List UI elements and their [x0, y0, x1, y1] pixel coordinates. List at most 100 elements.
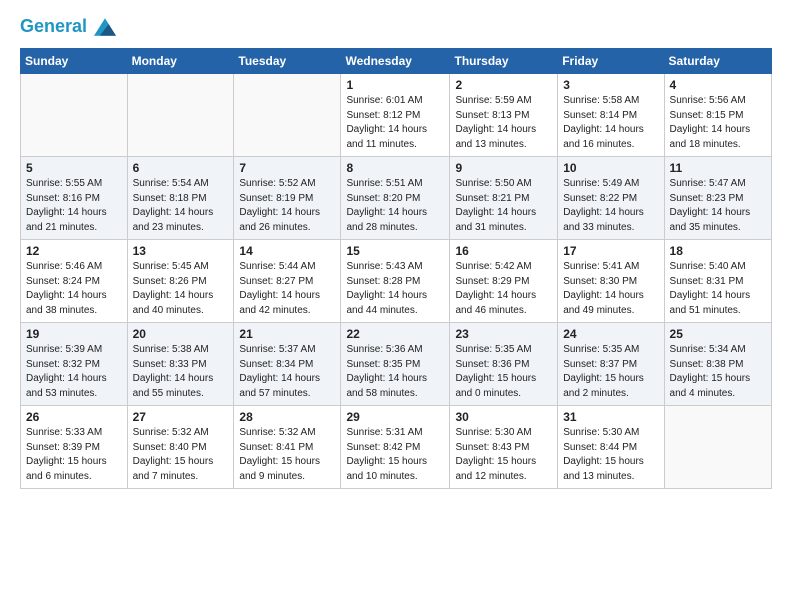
- calendar-cell: 22 Sunrise: 5:36 AM Sunset: 8:35 PM Dayli…: [341, 323, 450, 406]
- day-info: Sunrise: 5:47 AM Sunset: 8:23 PM Dayligh…: [670, 177, 766, 235]
- calendar-cell: 21 Sunrise: 5:37 AM Sunset: 8:34 PM Dayli…: [234, 323, 341, 406]
- day-number: 1: [346, 78, 444, 92]
- day-number: 11: [670, 161, 766, 175]
- day-number: 20: [133, 327, 229, 341]
- calendar-cell: 26 Sunrise: 5:33 AM Sunset: 8:39 PM Dayli…: [21, 406, 128, 489]
- calendar-cell: 13Sunrise: 5:45 AM Sunset: 8:26 PM Dayli…: [127, 240, 234, 323]
- calendar-cell: 20 Sunrise: 5:38 AM Sunset: 8:33 PM Dayli…: [127, 323, 234, 406]
- day-info: Sunrise: 5:40 AM Sunset: 8:31 PM Dayligh…: [670, 260, 766, 318]
- logo-general: General: [20, 16, 87, 36]
- col-header-friday: Friday: [558, 49, 664, 74]
- calendar-week-2: 12 Sunrise: 5:46 AM Sunset: 8:24 PM Dayli…: [21, 240, 772, 323]
- calendar-cell: 24Sunrise: 5:35 AM Sunset: 8:37 PM Dayli…: [558, 323, 664, 406]
- logo: General: [20, 16, 116, 38]
- day-number: 6: [133, 161, 229, 175]
- day-info: Sunrise: 5:34 AM Sunset: 8:38 PM Dayligh…: [670, 343, 766, 401]
- day-number: 14: [239, 244, 335, 258]
- day-info: Sunrise: 5:33 AM Sunset: 8:39 PM Dayligh…: [26, 426, 122, 484]
- day-number: 22: [346, 327, 444, 341]
- day-info: Sunrise: 5:56 AM Sunset: 8:15 PM Dayligh…: [670, 94, 766, 152]
- day-info: Sunrise: 5:59 AM Sunset: 8:13 PM Dayligh…: [455, 94, 552, 152]
- day-info: Sunrise: 5:31 AM Sunset: 8:42 PM Dayligh…: [346, 426, 444, 484]
- col-header-tuesday: Tuesday: [234, 49, 341, 74]
- calendar-cell: [234, 74, 341, 157]
- calendar-cell: 10 Sunrise: 5:49 AM Sunset: 8:22 PM Dayli…: [558, 157, 664, 240]
- day-info: Sunrise: 5:37 AM Sunset: 8:34 PM Dayligh…: [239, 343, 335, 401]
- calendar-week-4: 26 Sunrise: 5:33 AM Sunset: 8:39 PM Dayli…: [21, 406, 772, 489]
- day-number: 8: [346, 161, 444, 175]
- calendar-cell: 28Sunrise: 5:32 AM Sunset: 8:41 PM Dayli…: [234, 406, 341, 489]
- calendar-cell: 18 Sunrise: 5:40 AM Sunset: 8:31 PM Dayli…: [664, 240, 771, 323]
- calendar-week-3: 19 Sunrise: 5:39 AM Sunset: 8:32 PM Dayli…: [21, 323, 772, 406]
- day-info: Sunrise: 5:55 AM Sunset: 8:16 PM Dayligh…: [26, 177, 122, 235]
- header: General: [20, 16, 772, 38]
- day-number: 25: [670, 327, 766, 341]
- day-info: Sunrise: 5:58 AM Sunset: 8:14 PM Dayligh…: [563, 94, 658, 152]
- calendar-cell: [127, 74, 234, 157]
- day-info: Sunrise: 5:54 AM Sunset: 8:18 PM Dayligh…: [133, 177, 229, 235]
- day-info: Sunrise: 5:39 AM Sunset: 8:32 PM Dayligh…: [26, 343, 122, 401]
- calendar-cell: 6 Sunrise: 5:54 AM Sunset: 8:18 PM Daylig…: [127, 157, 234, 240]
- day-number: 3: [563, 78, 658, 92]
- calendar-table: SundayMondayTuesdayWednesdayThursdayFrid…: [20, 48, 772, 489]
- day-number: 30: [455, 410, 552, 424]
- day-number: 9: [455, 161, 552, 175]
- day-number: 15: [346, 244, 444, 258]
- col-header-wednesday: Wednesday: [341, 49, 450, 74]
- col-header-saturday: Saturday: [664, 49, 771, 74]
- day-info: Sunrise: 5:35 AM Sunset: 8:36 PM Dayligh…: [455, 343, 552, 401]
- col-header-sunday: Sunday: [21, 49, 128, 74]
- day-info: Sunrise: 5:52 AM Sunset: 8:19 PM Dayligh…: [239, 177, 335, 235]
- day-number: 17: [563, 244, 658, 258]
- page: General SundayMondayTuesdayWednesdayThur…: [0, 0, 792, 499]
- calendar-cell: 15 Sunrise: 5:43 AM Sunset: 8:28 PM Dayli…: [341, 240, 450, 323]
- day-info: Sunrise: 5:42 AM Sunset: 8:29 PM Dayligh…: [455, 260, 552, 318]
- day-info: Sunrise: 5:46 AM Sunset: 8:24 PM Dayligh…: [26, 260, 122, 318]
- calendar-week-0: 1 Sunrise: 6:01 AM Sunset: 8:12 PM Daylig…: [21, 74, 772, 157]
- day-info: Sunrise: 5:38 AM Sunset: 8:33 PM Dayligh…: [133, 343, 229, 401]
- calendar-cell: 8Sunrise: 5:51 AM Sunset: 8:20 PM Daylig…: [341, 157, 450, 240]
- day-info: Sunrise: 5:30 AM Sunset: 8:44 PM Dayligh…: [563, 426, 658, 484]
- calendar-cell: [21, 74, 128, 157]
- day-info: Sunrise: 5:32 AM Sunset: 8:41 PM Dayligh…: [239, 426, 335, 484]
- day-info: Sunrise: 5:44 AM Sunset: 8:27 PM Dayligh…: [239, 260, 335, 318]
- day-number: 18: [670, 244, 766, 258]
- calendar-cell: 29Sunrise: 5:31 AM Sunset: 8:42 PM Dayli…: [341, 406, 450, 489]
- logo-icon: [94, 16, 116, 38]
- calendar-cell: 23 Sunrise: 5:35 AM Sunset: 8:36 PM Dayli…: [450, 323, 558, 406]
- calendar-cell: 3 Sunrise: 5:58 AM Sunset: 8:14 PM Daylig…: [558, 74, 664, 157]
- calendar-cell: 25 Sunrise: 5:34 AM Sunset: 8:38 PM Dayli…: [664, 323, 771, 406]
- day-info: Sunrise: 6:01 AM Sunset: 8:12 PM Dayligh…: [346, 94, 444, 152]
- day-info: Sunrise: 5:43 AM Sunset: 8:28 PM Dayligh…: [346, 260, 444, 318]
- calendar-cell: 11 Sunrise: 5:47 AM Sunset: 8:23 PM Dayli…: [664, 157, 771, 240]
- day-info: Sunrise: 5:30 AM Sunset: 8:43 PM Dayligh…: [455, 426, 552, 484]
- col-header-thursday: Thursday: [450, 49, 558, 74]
- day-info: Sunrise: 5:49 AM Sunset: 8:22 PM Dayligh…: [563, 177, 658, 235]
- calendar-header-row: SundayMondayTuesdayWednesdayThursdayFrid…: [21, 49, 772, 74]
- day-info: Sunrise: 5:36 AM Sunset: 8:35 PM Dayligh…: [346, 343, 444, 401]
- day-number: 16: [455, 244, 552, 258]
- day-number: 2: [455, 78, 552, 92]
- calendar-cell: 12 Sunrise: 5:46 AM Sunset: 8:24 PM Dayli…: [21, 240, 128, 323]
- col-header-monday: Monday: [127, 49, 234, 74]
- calendar-cell: [664, 406, 771, 489]
- day-number: 26: [26, 410, 122, 424]
- day-number: 4: [670, 78, 766, 92]
- logo-text: General: [20, 16, 116, 38]
- calendar-cell: 19 Sunrise: 5:39 AM Sunset: 8:32 PM Dayli…: [21, 323, 128, 406]
- calendar-cell: 5 Sunrise: 5:55 AM Sunset: 8:16 PM Daylig…: [21, 157, 128, 240]
- day-number: 23: [455, 327, 552, 341]
- day-number: 10: [563, 161, 658, 175]
- day-number: 24: [563, 327, 658, 341]
- day-number: 12: [26, 244, 122, 258]
- day-number: 5: [26, 161, 122, 175]
- day-number: 19: [26, 327, 122, 341]
- calendar-cell: 14 Sunrise: 5:44 AM Sunset: 8:27 PM Dayli…: [234, 240, 341, 323]
- calendar-cell: 1 Sunrise: 6:01 AM Sunset: 8:12 PM Daylig…: [341, 74, 450, 157]
- day-number: 21: [239, 327, 335, 341]
- calendar-cell: 16 Sunrise: 5:42 AM Sunset: 8:29 PM Dayli…: [450, 240, 558, 323]
- calendar-cell: 2 Sunrise: 5:59 AM Sunset: 8:13 PM Daylig…: [450, 74, 558, 157]
- calendar-cell: 4 Sunrise: 5:56 AM Sunset: 8:15 PM Daylig…: [664, 74, 771, 157]
- calendar-cell: 27Sunrise: 5:32 AM Sunset: 8:40 PM Dayli…: [127, 406, 234, 489]
- calendar-week-1: 5 Sunrise: 5:55 AM Sunset: 8:16 PM Daylig…: [21, 157, 772, 240]
